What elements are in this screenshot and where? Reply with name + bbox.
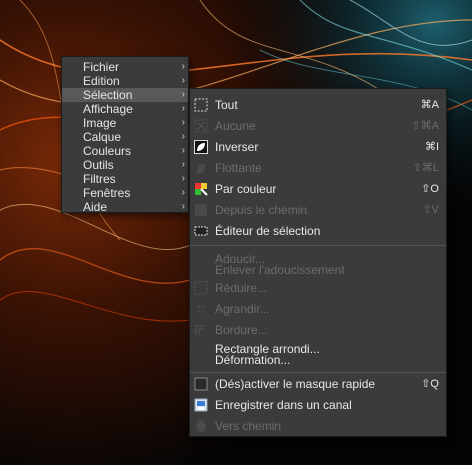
chevron-right-icon: › xyxy=(181,131,185,142)
to-path-icon xyxy=(196,420,206,432)
menu-item-label: Image xyxy=(83,116,117,130)
shortcut-label: ⌘A xyxy=(420,99,439,111)
menu-item-label: (Dés)activer le masque rapide xyxy=(215,377,376,391)
menu-item-aucune[interactable]: Aucune ⇧⌘A xyxy=(190,116,446,136)
menu-item-rectangle-arrondi[interactable]: Rectangle arrondi... Déformation... xyxy=(190,339,446,367)
menu-item-label: Bordure... xyxy=(215,323,268,337)
chevron-right-icon: › xyxy=(181,75,185,86)
selection-editor-icon xyxy=(194,226,208,236)
chevron-right-icon: › xyxy=(181,187,185,198)
menu-item-label: Sélection xyxy=(83,88,133,102)
chevron-right-icon: › xyxy=(181,159,185,170)
menu-separator xyxy=(190,245,446,246)
menu-item-outils[interactable]: Outils › xyxy=(62,158,188,172)
from-path-icon xyxy=(195,204,207,216)
menu-item-fenetres[interactable]: Fenêtres › xyxy=(62,186,188,200)
grow-icon xyxy=(197,305,205,313)
menu-item-label: Depuis le chemin xyxy=(215,203,308,217)
menu-item-label: Edition xyxy=(83,74,120,88)
menu-item-label: Flottante xyxy=(215,161,262,175)
chevron-right-icon: › xyxy=(181,173,185,184)
save-to-channel-icon xyxy=(194,398,208,412)
menu-item-label: Fenêtres xyxy=(83,186,131,200)
border-icon xyxy=(195,325,205,335)
menu-item-enregistrer-canal[interactable]: Enregistrer dans un canal xyxy=(190,395,446,415)
menu-item-label: Fichier xyxy=(83,60,120,74)
menu-item-vers-chemin[interactable]: Vers chemin xyxy=(190,416,446,436)
shortcut-label: ⇧Q xyxy=(421,378,439,390)
menu-item-label: Affichage xyxy=(83,102,133,116)
select-all-icon xyxy=(194,98,208,112)
menu-item-adoucir[interactable]: Adoucir... Enlever l'adoucissement xyxy=(190,249,446,277)
menu-item-label: Enregistrer dans un canal xyxy=(215,398,352,412)
menu-item-label: Réduire... xyxy=(215,281,268,295)
menu-item-bordure[interactable]: Bordure... xyxy=(190,320,446,340)
select-none-icon xyxy=(194,119,208,133)
invert-selection-icon xyxy=(194,140,208,154)
select-by-color-icon xyxy=(195,183,208,196)
menu-item-label-secondary: Enlever l'adoucissement xyxy=(215,263,345,277)
menu-item-label: Calque xyxy=(83,130,122,144)
menu-item-aide[interactable]: Aide › xyxy=(62,200,188,214)
menu-item-editeur-selection[interactable]: Éditeur de sélection xyxy=(190,221,446,241)
menu-item-reduire[interactable]: Réduire... xyxy=(190,278,446,298)
chevron-right-icon: › xyxy=(181,201,185,212)
menu-item-depuis-chemin[interactable]: Depuis le chemin ⇧V xyxy=(190,200,446,220)
menu-item-fichier[interactable]: Fichier › xyxy=(62,60,188,74)
menu-item-par-couleur[interactable]: Par couleur ⇧O xyxy=(190,179,446,199)
menu-item-label: Vers chemin xyxy=(215,419,282,433)
menu-item-image[interactable]: Image › xyxy=(62,116,188,130)
chevron-right-icon: › xyxy=(181,89,185,100)
shrink-icon xyxy=(194,281,208,295)
menu-item-label: Inverser xyxy=(215,140,259,154)
menu-item-label: Filtres xyxy=(83,172,116,186)
menu-item-couleurs[interactable]: Couleurs › xyxy=(62,144,188,158)
main-menu: Fichier › Edition › Sélection › Affichage › … xyxy=(61,56,189,214)
menu-item-label: Tout xyxy=(215,98,238,112)
menu-item-masque-rapide[interactable]: (Dés)activer le masque rapide ⇧Q xyxy=(190,374,446,394)
chevron-right-icon: › xyxy=(181,103,185,114)
menu-item-edition[interactable]: Edition › xyxy=(62,74,188,88)
shortcut-label: ⇧⌘L xyxy=(412,162,439,174)
menu-item-label: Couleurs xyxy=(83,144,132,158)
shortcut-label: ⇧V xyxy=(422,204,439,216)
shortcut-label: ⌘I xyxy=(424,141,439,153)
menu-item-flottante[interactable]: Flottante ⇧⌘L xyxy=(190,158,446,178)
floating-selection-icon xyxy=(196,164,206,173)
menu-item-filtres[interactable]: Filtres › xyxy=(62,172,188,186)
menu-item-inverser[interactable]: Inverser ⌘I xyxy=(190,137,446,157)
chevron-right-icon: › xyxy=(181,117,185,128)
menu-item-label: Outils xyxy=(83,158,114,172)
chevron-right-icon: › xyxy=(181,145,185,156)
menu-item-label: Par couleur xyxy=(215,182,277,196)
menu-item-label: Éditeur de sélection xyxy=(215,224,321,238)
menu-item-affichage[interactable]: Affichage › xyxy=(62,102,188,116)
menu-item-label: Aucune xyxy=(215,119,256,133)
selection-submenu: Tout ⌘A Aucune ⇧⌘A Inverser ⌘I Flottante… xyxy=(189,88,447,437)
menu-item-label: Aide xyxy=(83,200,108,214)
menu-item-label-secondary: Déformation... xyxy=(215,353,291,367)
menu-separator xyxy=(190,372,446,373)
quick-mask-icon xyxy=(194,377,208,391)
chevron-right-icon: › xyxy=(181,61,185,72)
menu-item-selection[interactable]: Sélection › xyxy=(62,88,188,102)
shortcut-label: ⇧O xyxy=(421,183,439,195)
menu-item-calque[interactable]: Calque › xyxy=(62,130,188,144)
menu-item-label: Agrandir... xyxy=(215,302,270,316)
menu-item-tout[interactable]: Tout ⌘A xyxy=(190,95,446,115)
menu-item-agrandir[interactable]: Agrandir... xyxy=(190,299,446,319)
shortcut-label: ⇧⌘A xyxy=(411,120,439,132)
